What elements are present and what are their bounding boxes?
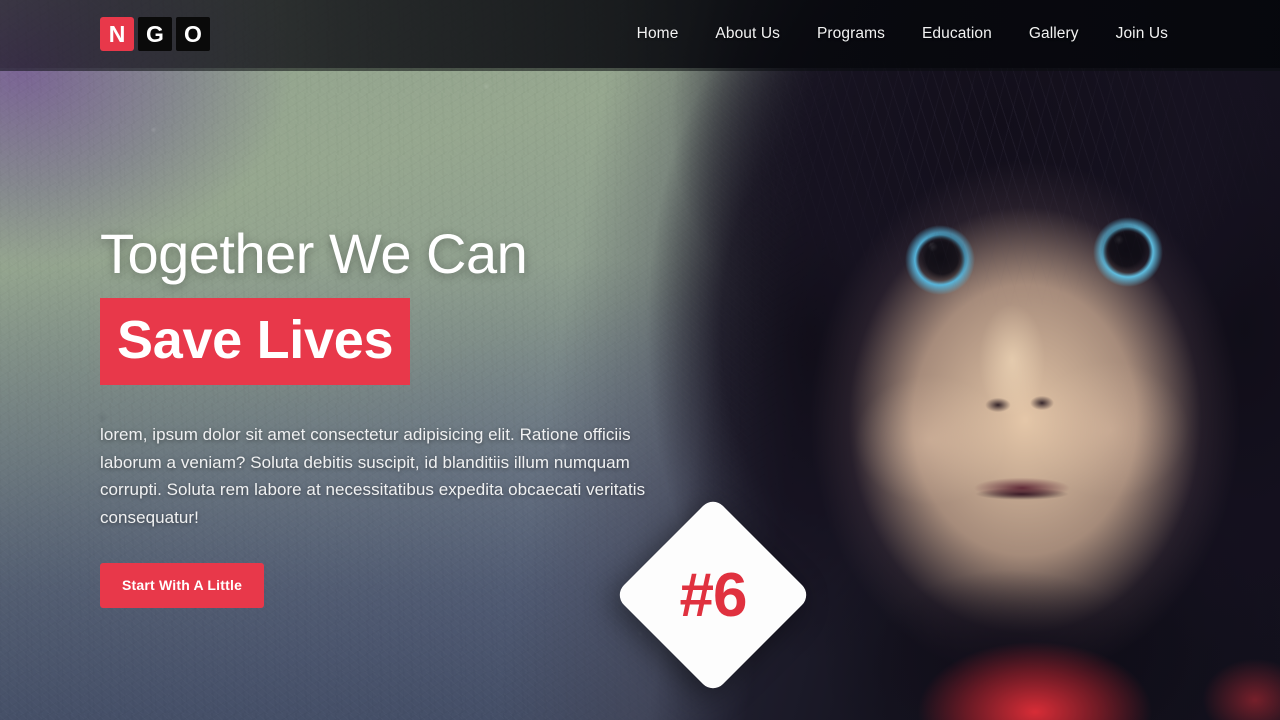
nav-item-gallery[interactable]: Gallery	[1029, 25, 1079, 43]
main-navigation: Home About Us Programs Education Gallery…	[637, 25, 1168, 43]
hero-headline-highlight-wrap: Save Lives	[100, 298, 660, 386]
hero-section: N G O Home About Us Programs Education G…	[0, 0, 1280, 720]
nav-item-join-us[interactable]: Join Us	[1116, 25, 1168, 43]
nav-item-programs[interactable]: Programs	[817, 25, 885, 43]
child-portrait-hair-detail	[700, 60, 1280, 390]
hero-paragraph: lorem, ipsum dolor sit amet consectetur …	[100, 425, 646, 527]
logo-letter-o: O	[176, 17, 210, 51]
start-with-a-little-button[interactable]: Start With A Little	[100, 563, 265, 609]
hero-headline-line-1: Together We Can	[100, 222, 528, 285]
header-divider	[0, 68, 1280, 71]
hero-headline-line-2: Save Lives	[100, 298, 411, 386]
nav-item-about-us[interactable]: About Us	[715, 25, 780, 43]
nav-item-home[interactable]: Home	[637, 25, 679, 43]
site-header: N G O Home About Us Programs Education G…	[0, 0, 1280, 68]
hero-content: Together We Can Save Lives lorem, ipsum …	[100, 222, 660, 609]
logo-letter-n: N	[100, 17, 134, 51]
site-logo[interactable]: N G O	[100, 17, 210, 51]
logo-letter-g: G	[138, 17, 172, 51]
nav-item-education[interactable]: Education	[922, 25, 992, 43]
